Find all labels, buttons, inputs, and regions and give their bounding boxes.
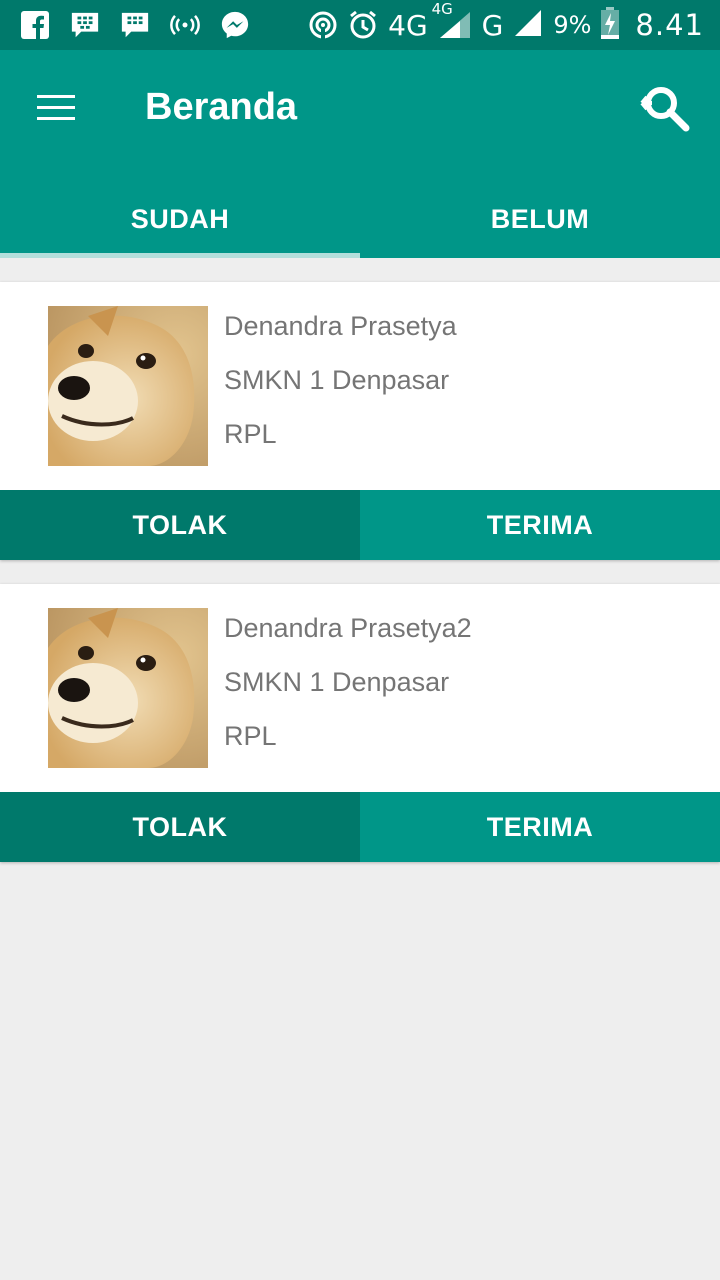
applicant-info: Denandra Prasetya2 SMKN 1 Denpasar RPL [224, 608, 472, 770]
applicant-school: SMKN 1 Denpasar [224, 365, 450, 395]
applicant-name: Denandra Prasetya2 [224, 613, 472, 643]
signal-icon: 4G [432, 0, 472, 40]
messenger-icon [220, 10, 250, 40]
tab-bar: SUDAH BELUM [0, 180, 720, 258]
reject-button[interactable]: TOLAK [0, 792, 360, 862]
applicant-card: Denandra Prasetya2 SMKN 1 Denpasar RPL T… [0, 584, 720, 862]
network-4g-label: 4G [388, 8, 428, 42]
tab-label: SUDAH [130, 203, 230, 234]
reject-button[interactable]: TOLAK [0, 490, 360, 560]
applicant-major: RPL [224, 419, 277, 449]
bbm-icon [70, 10, 100, 40]
menu-button[interactable] [26, 80, 86, 136]
avatar [48, 608, 208, 768]
app-bar: Beranda SUDAH BELUM [0, 50, 720, 258]
card-actions: TOLAK TERIMA [0, 792, 720, 862]
page-title: Beranda [145, 86, 298, 128]
battery-percent: 9% [553, 11, 592, 39]
notification-icons [20, 0, 250, 50]
hamburger-icon [37, 95, 75, 120]
alarm-icon [348, 10, 378, 40]
accept-button[interactable]: TERIMA [360, 792, 720, 862]
search-button[interactable] [632, 78, 696, 138]
card-actions: TOLAK TERIMA [0, 490, 720, 560]
bbm-icon [120, 10, 150, 40]
facebook-icon [20, 10, 50, 40]
search-icon [640, 87, 690, 132]
tab-sudah[interactable]: SUDAH [0, 180, 360, 258]
tab-indicator [0, 253, 360, 258]
nfc-icon [308, 10, 338, 40]
battery-charging-icon [601, 6, 620, 44]
applicant-school: SMKN 1 Denpasar [224, 667, 450, 697]
applicant-name: Denandra Prasetya [224, 311, 457, 341]
applicant-card: Denandra Prasetya SMKN 1 Denpasar RPL TO… [0, 282, 720, 560]
network-g-label: G [481, 8, 504, 42]
tab-belum[interactable]: BELUM [360, 180, 720, 258]
system-icons: 4G 4G G 9% 8.41 [308, 0, 704, 50]
status-bar: 4G 4G G 9% 8.41 [0, 0, 720, 50]
hotspot-icon [170, 10, 200, 40]
accept-button[interactable]: TERIMA [360, 490, 720, 560]
applicant-info: Denandra Prasetya SMKN 1 Denpasar RPL [224, 306, 457, 468]
avatar [48, 306, 208, 466]
applicant-major: RPL [224, 721, 277, 751]
tab-label: BELUM [490, 203, 590, 234]
signal-icon [513, 8, 543, 43]
clock: 8.41 [635, 8, 704, 42]
